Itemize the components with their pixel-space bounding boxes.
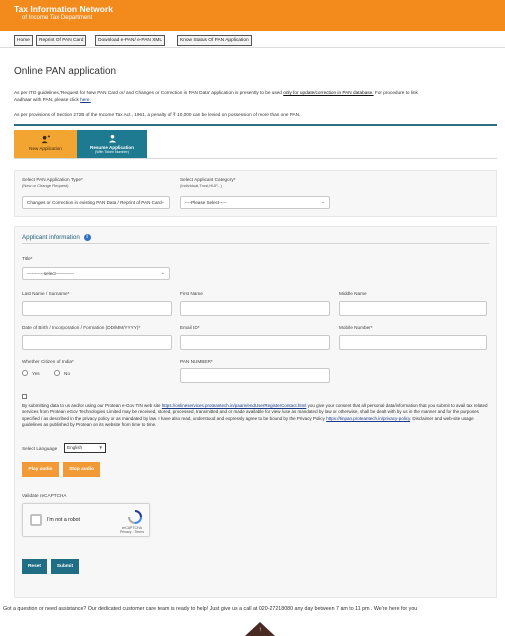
divider xyxy=(14,124,497,126)
application-type-panel xyxy=(14,170,497,217)
guideline-text-b: For procedure to link xyxy=(374,90,418,95)
application-type-label-text: Select PAN Application Type* xyxy=(22,177,83,182)
citizen-yes-radio[interactable] xyxy=(22,370,28,376)
applicant-info-title-text: Applicant information xyxy=(22,234,80,242)
pan-number-label: PAN NUMBER* xyxy=(180,359,213,364)
play-audio-button[interactable]: Play audio xyxy=(22,462,59,477)
submit-button[interactable]: Submit xyxy=(51,559,79,574)
privacy-policy-link[interactable]: https://tinpan.proteantech.in/privacy-po… xyxy=(326,416,410,421)
dob-label: Date of Birth / Incorporation / Formatio… xyxy=(22,325,141,330)
last-name-input[interactable] xyxy=(22,301,172,316)
language-value: English xyxy=(67,445,83,450)
new-user-icon xyxy=(41,135,50,144)
applicant-category-label: Select Applicant Category* (Individual,T… xyxy=(180,177,236,189)
consent-checkbox[interactable] xyxy=(22,394,27,399)
site-header: Tax Information Network of Income Tax De… xyxy=(0,0,505,31)
arrow-up-icon: ↑ xyxy=(258,627,262,633)
email-label: Email ID* xyxy=(180,325,200,330)
stop-audio-button[interactable]: Stop audio xyxy=(63,462,100,477)
consent-text: By submitting data to us and/or using ou… xyxy=(22,403,488,428)
pan-number-input[interactable] xyxy=(180,368,330,383)
applicant-category-label-text: Select Applicant Category* xyxy=(180,177,236,182)
chevron-down-icon: ⌄ xyxy=(160,199,165,205)
tab-new-label: New Application xyxy=(29,146,62,151)
tab-resume-sub: (With Token Number) xyxy=(95,150,129,154)
middle-name-label: Middle Name xyxy=(339,291,367,296)
page-title: Online PAN application xyxy=(14,66,117,77)
citizen-no-radio[interactable] xyxy=(54,370,60,376)
user-icon xyxy=(108,134,116,143)
citizen-yes-label: Yes xyxy=(32,371,40,376)
captcha-label: Validate reCAPTCHA xyxy=(22,493,67,498)
tab-resume-application[interactable]: Resume Application (With Token Number) xyxy=(77,130,147,158)
tab-new-application[interactable]: New Application xyxy=(14,130,77,158)
guideline-underlined: only for update/correction in PAN databa… xyxy=(283,90,374,95)
recaptcha-brand: reCAPTCHA Privacy - Terms xyxy=(118,526,146,534)
language-select[interactable]: English ▼ xyxy=(64,443,106,453)
first-name-input[interactable] xyxy=(180,301,330,316)
guideline-text-a: As per ITD guidelines,'Request for New P… xyxy=(14,90,282,95)
recaptcha-widget: I'm not a robot reCAPTCHA Privacy - Term… xyxy=(22,503,150,537)
section-divider xyxy=(22,243,489,244)
chevron-down-icon: ⌄ xyxy=(160,270,165,276)
caret-down-icon: ▼ xyxy=(98,445,103,450)
last-name-label: Last Name / Surname* xyxy=(22,291,70,296)
aadhaar-text: Aadhaar with PAN, please click xyxy=(14,97,79,102)
consent-text-a: By submitting data to us and/or using ou… xyxy=(22,403,161,408)
info-icon[interactable]: i xyxy=(83,234,91,241)
title-select[interactable]: -----------select------------ ⌄ xyxy=(22,267,170,280)
recaptcha-checkbox[interactable] xyxy=(30,514,42,526)
middle-name-input[interactable] xyxy=(339,301,487,316)
applicant-category-value: ----Please Select----- xyxy=(185,200,227,205)
support-banner: Got a question or need assistance? Our d… xyxy=(3,606,418,612)
nav-download-epan[interactable]: Download e-PAN/ e-PAN XML xyxy=(95,35,166,46)
dob-input[interactable] xyxy=(22,335,172,350)
title-select-value: -----------select------------ xyxy=(27,271,75,276)
reset-button[interactable]: Reset xyxy=(22,559,47,574)
language-label: Select Language xyxy=(22,446,58,451)
application-type-select[interactable]: Changes or Correction in existing PAN Da… xyxy=(22,196,170,209)
application-type-label: Select PAN Application Type* (New or Cha… xyxy=(22,177,83,189)
citizen-label: Whether Citizen of India* xyxy=(22,359,74,364)
application-type-value: Changes or Correction in existing PAN Da… xyxy=(27,200,162,205)
brand-title: Tax Information Network xyxy=(14,4,114,14)
brand: Tax Information Network of Income Tax De… xyxy=(14,4,113,22)
tab-divider xyxy=(14,158,497,159)
applicant-info-title: Applicant information i xyxy=(22,234,91,241)
nav-know-status[interactable]: Know Status Of PAN Application xyxy=(177,35,252,46)
aadhaar-here-link[interactable]: here. xyxy=(80,97,91,102)
recaptcha-text: I'm not a robot xyxy=(47,517,80,523)
consent-register-link[interactable]: https://onlineservices.proteantech.in/pa… xyxy=(162,403,307,408)
applicant-category-select[interactable]: ----Please Select----- ⌄ xyxy=(180,196,330,209)
applicant-category-sub: (Individual,Trust,HUF,..) xyxy=(180,183,222,188)
first-name-label: First Name xyxy=(180,291,203,296)
guideline-text: As per ITD guidelines,'Request for New P… xyxy=(14,89,494,96)
email-input[interactable] xyxy=(180,335,330,350)
title-label: Title* xyxy=(22,256,33,261)
nav-home[interactable]: Home xyxy=(14,35,33,46)
mobile-input[interactable] xyxy=(339,335,487,350)
nav-reprint-pan-card[interactable]: Reprint Of PAN Card xyxy=(36,35,87,46)
penalty-text: As per provisions of Section 272B of the… xyxy=(14,112,301,117)
mobile-label: Mobile Number* xyxy=(339,325,373,330)
application-type-sub: (New or Change Request) xyxy=(22,183,69,188)
recaptcha-terms-link[interactable]: Privacy - Terms xyxy=(118,530,146,534)
citizen-no-label: No xyxy=(64,371,70,376)
brand-subtitle: of Income Tax Department xyxy=(22,15,93,21)
aadhaar-link-text: Aadhaar with PAN, please click here. xyxy=(14,96,494,103)
chevron-down-icon: ⌄ xyxy=(320,199,325,205)
